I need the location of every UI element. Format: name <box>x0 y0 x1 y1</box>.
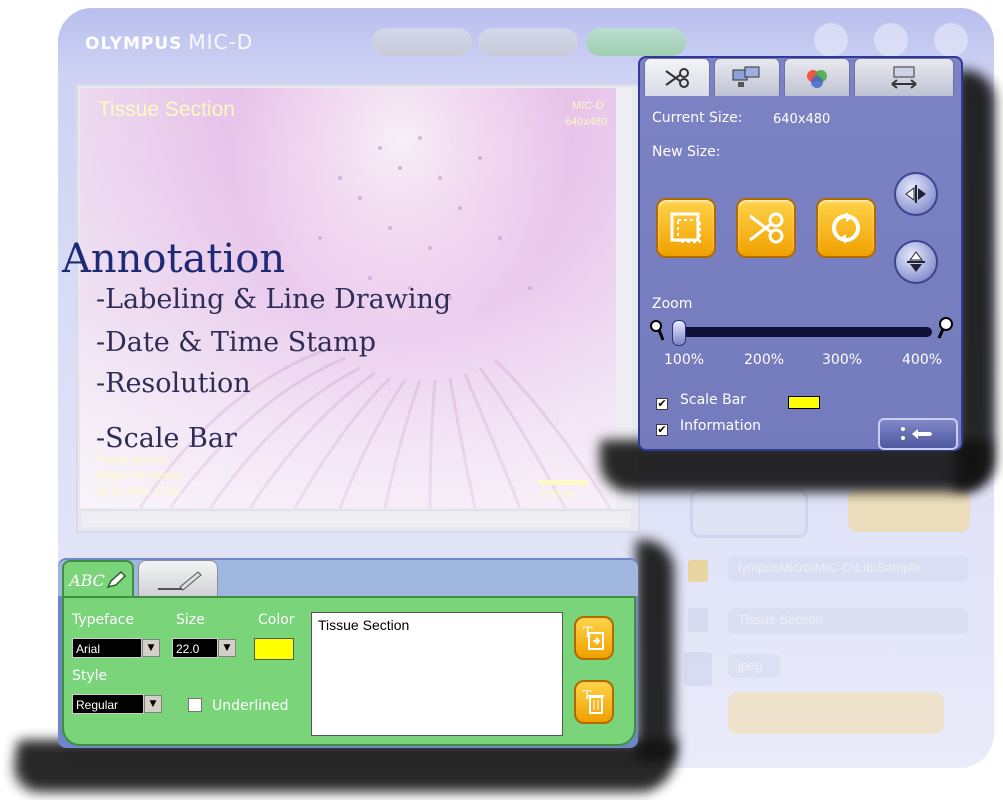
new-size-label: New Size: <box>652 144 721 160</box>
flip-horizontal-icon <box>905 185 926 203</box>
zoom-label: Zoom <box>652 296 693 312</box>
bg-action-button <box>848 488 970 532</box>
toolbar-pill-1 <box>372 28 472 56</box>
camera-file-icon <box>684 652 712 686</box>
zoom-slider-thumb[interactable] <box>672 320 686 346</box>
toolbar-pill-2 <box>478 28 578 56</box>
brand-name: OLYMPUS <box>85 34 183 54</box>
zoom-tick-200: 200% <box>744 352 785 368</box>
zoom-tick-100: 100% <box>664 352 705 368</box>
line-pen-icon <box>158 570 202 591</box>
checkmark-icon: ✔ <box>657 397 667 410</box>
flip-vertical-button[interactable] <box>894 240 938 284</box>
typeface-label: Typeface <box>72 612 134 628</box>
return-arrow-icon <box>901 427 932 440</box>
tab-display[interactable] <box>714 58 780 96</box>
tab-color[interactable] <box>784 58 850 96</box>
monitors-icon <box>732 66 760 87</box>
image-scale-bar <box>538 480 588 485</box>
bg-path-field: lympusMicro\MIC-D\Lib\Sample <box>728 556 968 582</box>
annotation-item-resolution: -Resolution <box>96 368 251 399</box>
checkmark-icon: ✔ <box>657 423 667 436</box>
annotation-title: Annotation <box>62 236 286 282</box>
cut-button[interactable] <box>736 198 796 258</box>
chevron-down-icon[interactable]: ▼ <box>144 695 162 713</box>
bg-save-button <box>728 692 944 734</box>
information-checkbox[interactable]: ✔ <box>656 424 668 436</box>
scale-bar-label: Scale Bar <box>680 392 747 408</box>
chevron-down-icon[interactable]: ▼ <box>142 639 160 657</box>
annotation-item-labeling: -Labeling & Line Drawing <box>96 284 452 315</box>
flip-vertical-icon <box>907 251 925 272</box>
window-minimize-icon <box>814 23 848 57</box>
annotation-text-area[interactable]: Tissue Section <box>311 612 563 736</box>
pencil-icon <box>106 570 126 589</box>
image-overlay-resolution: 640x480 <box>565 116 608 128</box>
information-label: Information <box>680 418 762 434</box>
product-name: MIC-D <box>188 30 254 54</box>
style-label: Style <box>72 668 108 684</box>
annotation-item-scalebar: -Scale Bar <box>96 423 237 454</box>
bg-format-select: jpeg <box>728 654 780 678</box>
tab-transfer[interactable] <box>854 58 954 96</box>
annotation-item-datetime: -Date & Time Stamp <box>96 327 377 358</box>
text-color-swatch[interactable] <box>254 638 294 660</box>
current-size-value: 640x480 <box>773 112 831 127</box>
image-horizontal-scrollbar[interactable] <box>82 510 630 527</box>
resize-arrows-icon <box>891 66 917 89</box>
tab-line-drawing[interactable] <box>138 560 218 598</box>
image-overlay-app: MIC-D <box>572 100 604 112</box>
close-icon <box>934 23 968 57</box>
trash-icon: T <box>583 688 604 714</box>
crop-button[interactable] <box>656 198 716 258</box>
image-scale-text: 100um <box>540 488 574 500</box>
insert-text-icon: T <box>583 625 604 650</box>
insert-text-button[interactable]: T <box>574 616 614 660</box>
style-select[interactable]: Regular <box>72 694 144 714</box>
bg-capture-button <box>690 488 808 538</box>
image-overlay-info-3: 28.02.2003 17:01 <box>96 486 182 498</box>
image-overlay-label: Tissue Section <box>98 98 235 121</box>
typeface-select[interactable]: Arial <box>72 638 142 658</box>
scissors-icon <box>665 67 689 88</box>
zoom-tick-300: 300% <box>822 352 863 368</box>
back-button[interactable] <box>878 418 958 450</box>
current-size-label: Current Size: <box>652 110 743 126</box>
folder-icon <box>688 560 708 582</box>
scale-bar-checkbox[interactable]: ✔ <box>656 398 668 410</box>
zoom-out-icon[interactable] <box>648 318 668 344</box>
tab-resize[interactable] <box>644 58 710 96</box>
underlined-checkbox[interactable] <box>188 698 202 712</box>
chevron-down-icon[interactable]: ▼ <box>218 639 236 657</box>
underlined-label: Underlined <box>212 698 289 714</box>
delete-text-button[interactable]: T <box>574 680 614 724</box>
scale-bar-color-swatch[interactable] <box>788 396 820 409</box>
size-label: Size <box>176 612 205 628</box>
color-balls-icon <box>807 69 827 88</box>
crop-icon <box>670 212 701 243</box>
color-label: Color <box>258 612 295 628</box>
image-overlay-info-2: Region of interest <box>96 470 183 482</box>
zoom-tick-400: 400% <box>902 352 943 368</box>
zoom-slider-track[interactable] <box>672 327 932 337</box>
toolbar-pill-3 <box>586 28 686 56</box>
app-brand: OLYMPUS MIC-D <box>85 30 253 54</box>
panel-shadow-bottom-side <box>636 540 674 760</box>
image-overlay-info-1: Tissue Section <box>96 454 168 466</box>
tab-text-label[interactable]: ABC <box>62 560 134 598</box>
bg-title-field: Tissue Section <box>728 608 968 634</box>
tab-text-label-text: ABC <box>69 570 105 590</box>
flip-horizontal-button[interactable] <box>894 172 938 216</box>
zoom-in-icon[interactable] <box>934 316 956 342</box>
scissors-icon <box>749 212 784 244</box>
size-select[interactable]: 22.0 <box>172 638 218 658</box>
rotate-icon <box>832 212 860 244</box>
rotate-button[interactable] <box>816 198 876 258</box>
help-icon <box>874 23 908 57</box>
document-icon <box>688 608 708 632</box>
